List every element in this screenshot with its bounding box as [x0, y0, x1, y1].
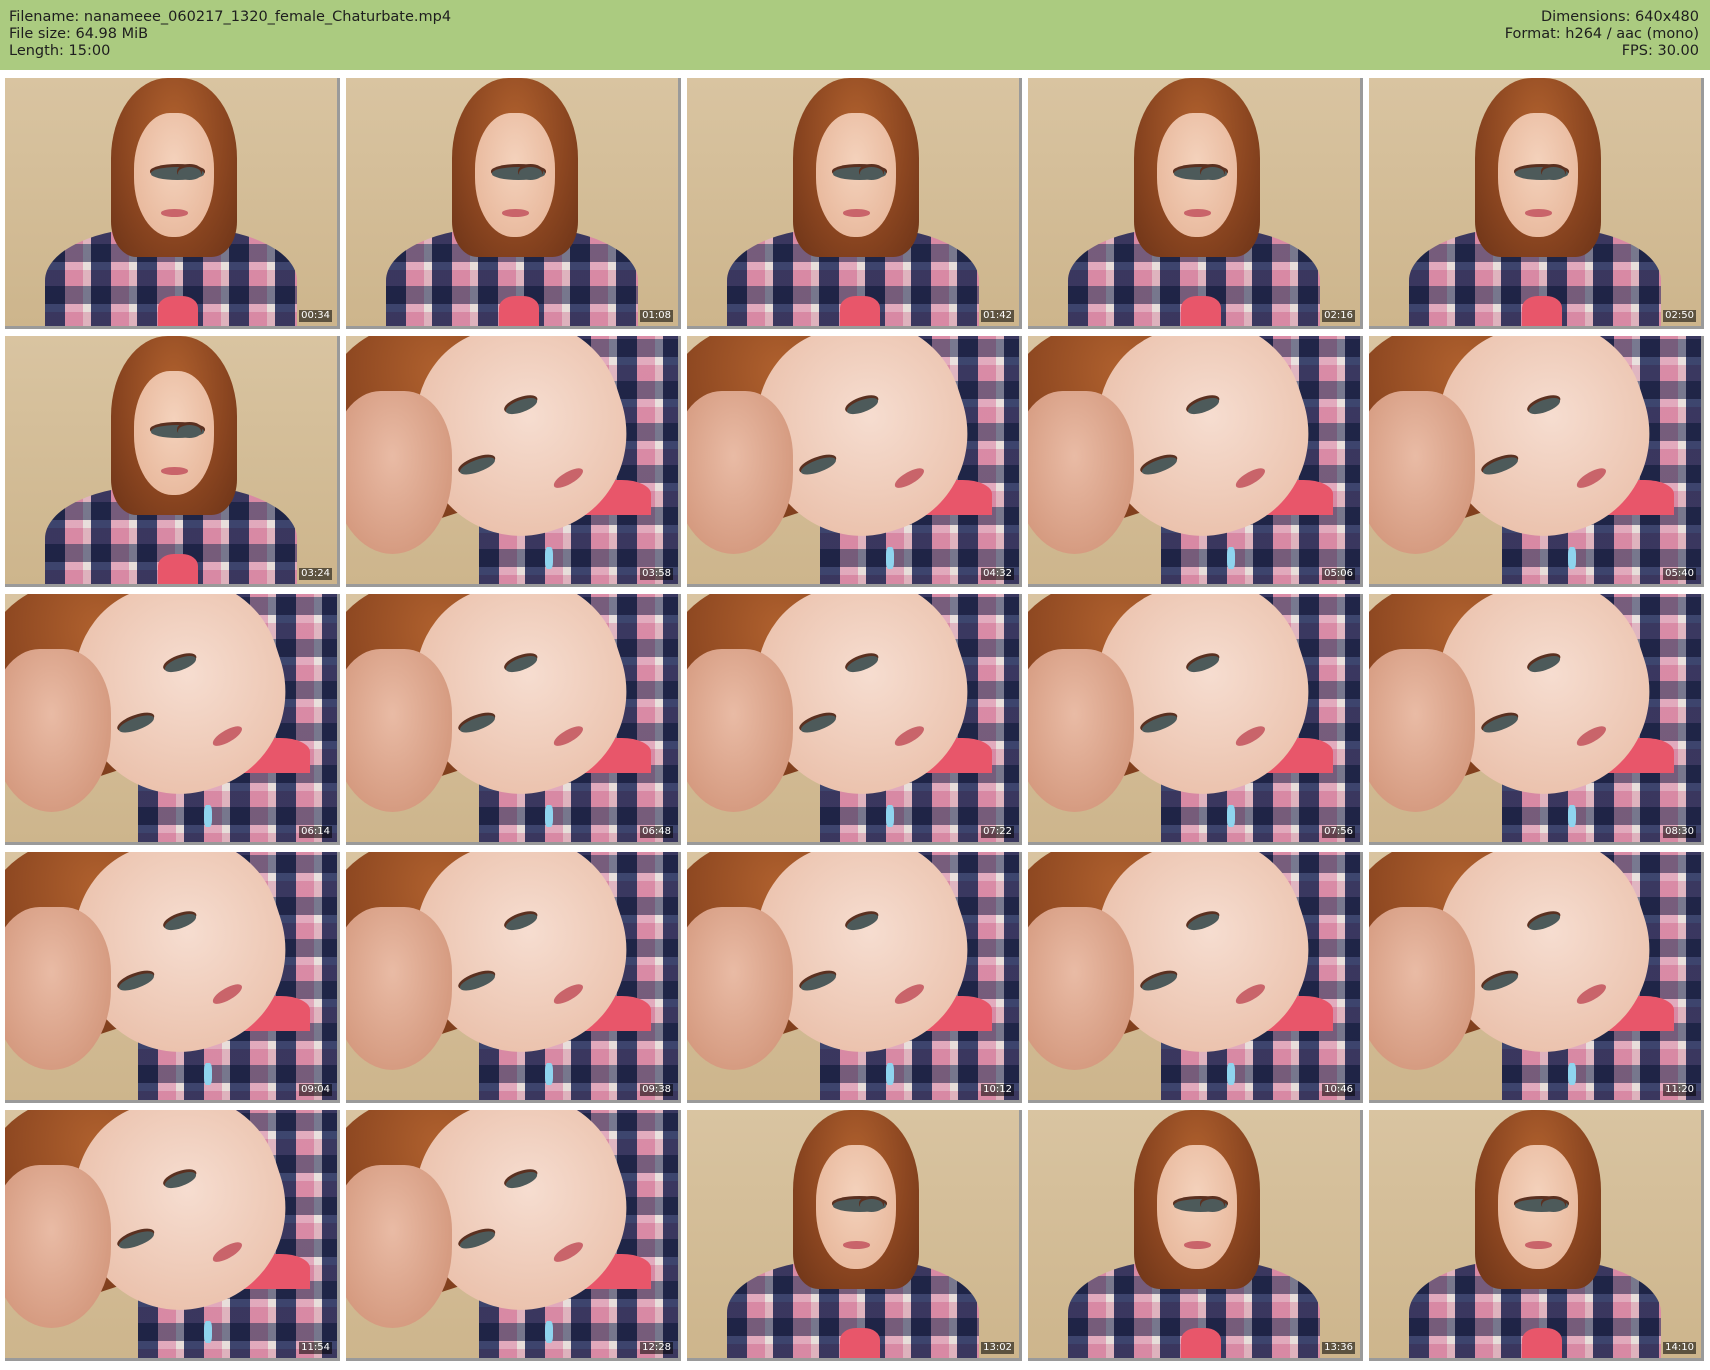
file-info-header: Filename: nanameee_060217_1320_female_Ch… — [0, 0, 1710, 70]
thumbnail-timestamp: 12:28 — [640, 1342, 673, 1354]
video-still-image — [5, 594, 337, 842]
video-still-image — [687, 78, 1019, 326]
thumbnail-timestamp: 14:10 — [1663, 1342, 1696, 1354]
thumbnail-timestamp: 11:54 — [299, 1342, 332, 1354]
thumbnail-timestamp: 08:30 — [1663, 826, 1696, 838]
video-still-image — [1028, 1110, 1360, 1358]
thumbnail-frame: 13:36 — [1028, 1110, 1363, 1361]
thumbnail-frame: 07:56 — [1028, 594, 1363, 845]
thumbnail-timestamp: 04:32 — [981, 568, 1014, 580]
thumbnail-timestamp: 06:14 — [299, 826, 332, 838]
video-still-image — [1369, 852, 1701, 1100]
thumbnail-frame: 13:02 — [687, 1110, 1022, 1361]
thumbnail-frame: 09:38 — [346, 852, 681, 1103]
length-text: Length: 15:00 — [9, 43, 111, 59]
video-still-image — [1369, 336, 1701, 584]
thumbnail-frame: 14:10 — [1369, 1110, 1704, 1361]
video-still-image — [1028, 594, 1360, 842]
thumbnail-frame: 11:54 — [5, 1110, 340, 1361]
thumbnail-timestamp: 13:02 — [981, 1342, 1014, 1354]
thumbnail-timestamp: 02:16 — [1322, 310, 1355, 322]
thumbnail-frame: 00:34 — [5, 78, 340, 329]
dimensions-text: Dimensions: 640x480 — [1540, 9, 1699, 25]
thumbnail-frame: 02:16 — [1028, 78, 1363, 329]
thumbnail-timestamp: 02:50 — [1663, 310, 1696, 322]
video-still-image — [687, 1110, 1019, 1358]
thumbnail-timestamp: 09:04 — [299, 1084, 332, 1096]
thumbnail-frame: 09:04 — [5, 852, 340, 1103]
thumbnail-timestamp: 11:20 — [1663, 1084, 1696, 1096]
video-still-image — [346, 852, 678, 1100]
thumbnail-frame: 08:30 — [1369, 594, 1704, 845]
file-info-right: Dimensions: 640x480 Format: h264 / aac (… — [1505, 9, 1699, 60]
thumbnail-frame: 04:32 — [687, 336, 1022, 587]
thumbnail-timestamp: 09:38 — [640, 1084, 673, 1096]
thumbnail-timestamp: 05:06 — [1322, 568, 1355, 580]
thumbnail-frame: 07:22 — [687, 594, 1022, 845]
thumbnail-timestamp: 10:46 — [1322, 1084, 1355, 1096]
thumbnail-frame: 03:58 — [346, 336, 681, 587]
video-still-image — [346, 336, 678, 584]
video-still-image — [1028, 78, 1360, 326]
thumbnail-timestamp: 13:36 — [1322, 1342, 1355, 1354]
thumbnail-frame: 03:24 — [5, 336, 340, 587]
thumbnail-timestamp: 03:24 — [299, 568, 332, 580]
thumbnail-timestamp: 10:12 — [981, 1084, 1014, 1096]
video-still-image — [5, 852, 337, 1100]
thumbnail-timestamp: 01:42 — [981, 310, 1014, 322]
thumbnail-frame: 10:46 — [1028, 852, 1363, 1103]
thumbnail-frame: 05:06 — [1028, 336, 1363, 587]
video-still-image — [1028, 852, 1360, 1100]
thumbnail-frame: 10:12 — [687, 852, 1022, 1103]
thumbnail-frame: 06:48 — [346, 594, 681, 845]
video-still-image — [5, 1110, 337, 1358]
video-still-image — [346, 78, 678, 326]
thumbnail-timestamp: 05:40 — [1663, 568, 1696, 580]
video-still-image — [5, 336, 337, 584]
thumbnail-frame: 06:14 — [5, 594, 340, 845]
video-still-image — [687, 336, 1019, 584]
thumbnail-timestamp: 06:48 — [640, 826, 673, 838]
thumbnail-timestamp: 07:56 — [1322, 826, 1355, 838]
filesize-text: File size: 64.98 MiB — [9, 26, 149, 42]
video-still-image — [687, 594, 1019, 842]
format-text: Format: h264 / aac (mono) — [1504, 26, 1699, 42]
video-still-image — [1369, 1110, 1701, 1358]
thumbnail-timestamp: 07:22 — [981, 826, 1014, 838]
thumbnail-frame: 11:20 — [1369, 852, 1704, 1103]
thumbnail-frame: 01:08 — [346, 78, 681, 329]
video-still-image — [1028, 336, 1360, 584]
fps-text: FPS: 30.00 — [1621, 43, 1699, 59]
thumbnail-frame: 01:42 — [687, 78, 1022, 329]
video-still-image — [5, 78, 337, 326]
filename-text: Filename: nanameee_060217_1320_female_Ch… — [9, 9, 452, 25]
video-still-image — [687, 852, 1019, 1100]
video-still-image — [1369, 594, 1701, 842]
thumbnail-frame: 02:50 — [1369, 78, 1704, 329]
thumbnail-frame: 12:28 — [346, 1110, 681, 1361]
thumbnail-grid: 00:34 01:08 01:42 02:16 02:50 03:24 03:58 04:32… — [0, 78, 1710, 1368]
video-still-image — [346, 594, 678, 842]
video-still-image — [1369, 78, 1701, 326]
thumbnail-timestamp: 01:08 — [640, 310, 673, 322]
thumbnail-timestamp: 03:58 — [640, 568, 673, 580]
file-info-left: Filename: nanameee_060217_1320_female_Ch… — [9, 9, 451, 60]
thumbnail-timestamp: 00:34 — [299, 310, 332, 322]
video-still-image — [346, 1110, 678, 1358]
thumbnail-frame: 05:40 — [1369, 336, 1704, 587]
